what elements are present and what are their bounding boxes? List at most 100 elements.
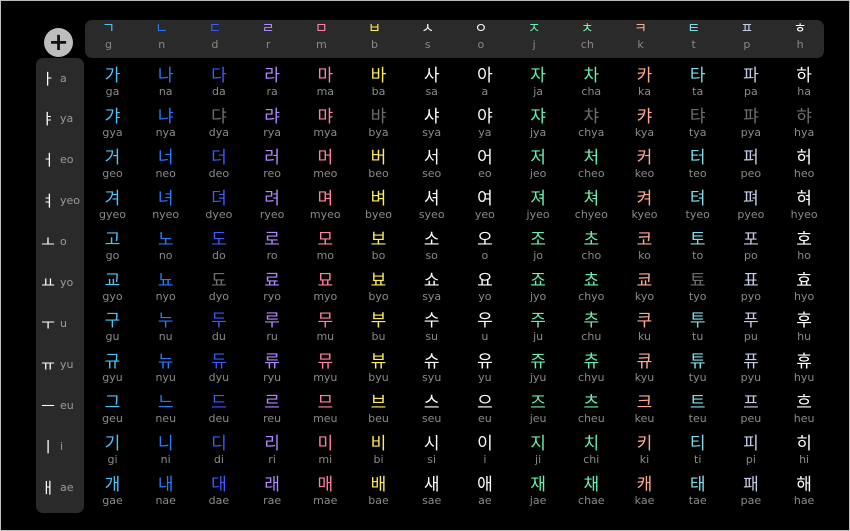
syllable-cell[interactable]: 흐 heu [778,393,831,425]
syllable-cell[interactable]: 가 ga [86,66,139,98]
syllable-cell[interactable]: 냐 nya [139,107,192,139]
syllable-cell[interactable]: 죠 jyo [512,271,565,303]
syllable-cell[interactable]: 르 reu [246,393,299,425]
syllable-cell[interactable]: 트 teu [671,393,724,425]
syllable-cell[interactable]: 쿄 kyo [618,271,671,303]
vowel-o[interactable]: ㅗo [38,222,84,262]
syllable-cell[interactable]: 허 heo [778,148,831,180]
syllable-cell[interactable]: 라 ra [246,66,299,98]
syllable-cell[interactable]: 겨 gyeo [86,189,139,221]
vowel-u[interactable]: ㅜu [38,303,84,343]
syllable-cell[interactable]: 소 so [405,230,458,262]
syllable-cell[interactable]: 며 myeo [299,189,352,221]
syllable-cell[interactable]: 즈 jeu [512,393,565,425]
syllable-cell[interactable]: 투 tu [671,311,724,343]
syllable-cell[interactable]: 캬 kya [618,107,671,139]
syllable-cell[interactable]: 큐 kyu [618,352,671,384]
syllable-cell[interactable]: 교 gyo [86,271,139,303]
syllable-cell[interactable]: 모 mo [299,230,352,262]
syllable-cell[interactable]: 댜 dya [192,107,245,139]
syllable-cell[interactable]: 기 gi [86,434,139,466]
syllable-cell[interactable]: 캐 kae [618,475,671,507]
syllable-cell[interactable]: 듀 dyu [192,352,245,384]
syllable-cell[interactable]: 쇼 sya [405,271,458,303]
consonant-p[interactable]: ㅍp [720,21,773,51]
syllable-cell[interactable]: 루 ru [246,311,299,343]
syllable-cell[interactable]: 주 ju [512,311,565,343]
syllable-cell[interactable]: 뇨 nyo [139,271,192,303]
syllable-cell[interactable]: 러 reo [246,148,299,180]
syllable-cell[interactable]: 내 nae [139,475,192,507]
consonant-r[interactable]: ㄹr [242,21,295,51]
consonant-d[interactable]: ㄷd [188,21,241,51]
syllable-cell[interactable]: 무 mu [299,311,352,343]
syllable-cell[interactable]: 프 peu [724,393,777,425]
consonant-b[interactable]: ㅂb [348,21,401,51]
syllable-cell[interactable]: 뷰 byu [352,352,405,384]
syllable-cell[interactable]: 두 du [192,311,245,343]
syllable-cell[interactable]: 먀 mya [299,107,352,139]
syllable-cell[interactable]: 디 di [192,434,245,466]
vowel-i[interactable]: ㅣi [38,426,84,466]
syllable-cell[interactable]: 뎌 dyeo [192,189,245,221]
syllable-cell[interactable]: 드 deu [192,393,245,425]
vowel-eo[interactable]: ㅓ eo [38,140,84,180]
vowel-yeo[interactable]: ㅕ yeo [38,181,84,221]
syllable-cell[interactable]: 자 ja [512,66,565,98]
syllable-cell[interactable]: 토 to [671,230,724,262]
consonant-k[interactable]: ㅋk [614,21,667,51]
vowel-eu[interactable]: ㅡ eu [38,385,84,425]
syllable-cell[interactable]: 보 bo [352,230,405,262]
syllable-cell[interactable]: 펴 pyeo [724,189,777,221]
syllable-cell[interactable]: 커 keo [618,148,671,180]
syllable-cell[interactable]: 처 cheo [565,148,618,180]
syllable-cell[interactable]: 뉴 nyu [139,352,192,384]
syllable-cell[interactable]: 뮤 myu [299,352,352,384]
syllable-cell[interactable]: 시 si [405,434,458,466]
consonant-t[interactable]: ㅌt [667,21,720,51]
syllable-cell[interactable]: 쿠 ku [618,311,671,343]
syllable-cell[interactable]: 너 neo [139,148,192,180]
syllable-cell[interactable]: 후 hu [778,311,831,343]
syllable-cell[interactable]: 츄 chyu [565,352,618,384]
syllable-cell[interactable]: 우u [458,311,511,343]
syllable-cell[interactable]: 툐 tyo [671,271,724,303]
vowel-ya[interactable]: ㅑ ya [38,99,84,139]
syllable-cell[interactable]: 피 pi [724,434,777,466]
syllable-cell[interactable]: 바 ba [352,66,405,98]
syllable-cell[interactable]: 묘 myo [299,271,352,303]
syllable-cell[interactable]: 쵸 chyo [565,271,618,303]
syllable-cell[interactable]: 고 go [86,230,139,262]
consonant-n[interactable]: ㄴn [135,21,188,51]
syllable-cell[interactable]: 뵤 byo [352,271,405,303]
syllable-cell[interactable]: 치 chi [565,434,618,466]
syllable-cell[interactable]: 니 ni [139,434,192,466]
syllable-cell[interactable]: 조 jo [512,230,565,262]
syllable-cell[interactable]: 대 dae [192,475,245,507]
syllable-cell[interactable]: 부 bu [352,311,405,343]
syllable-cell[interactable]: 로 ro [246,230,299,262]
syllable-cell[interactable]: 브 beu [352,393,405,425]
syllable-cell[interactable]: 챠 chya [565,107,618,139]
syllable-cell[interactable]: 해 hae [778,475,831,507]
syllable-cell[interactable]: 다 da [192,66,245,98]
syllable-cell[interactable]: 셔 syeo [405,189,458,221]
syllable-cell[interactable]: 퍄 pya [724,107,777,139]
syllable-cell[interactable]: 누 nu [139,311,192,343]
syllable-cell[interactable]: 애 ae [458,475,511,507]
consonant-h[interactable]: ㅎh [774,21,827,51]
syllable-cell[interactable]: 됴 dyo [192,271,245,303]
syllable-cell[interactable]: 휴 hyu [778,352,831,384]
syllable-cell[interactable]: 티 ti [671,434,724,466]
syllable-cell[interactable]: 느 neu [139,393,192,425]
syllable-cell[interactable]: 포 po [724,230,777,262]
syllable-cell[interactable]: 텨 tyeo [671,189,724,221]
syllable-cell[interactable]: 녀 nyeo [139,189,192,221]
syllable-cell[interactable]: 마 ma [299,66,352,98]
syllable-cell[interactable]: 야 ya [458,107,511,139]
syllable-cell[interactable]: 유 yu [458,352,511,384]
syllable-cell[interactable]: 튜 tyu [671,352,724,384]
syllable-cell[interactable]: 하 ha [778,66,831,98]
syllable-cell[interactable]: 호 ho [778,230,831,262]
syllable-cell[interactable]: 퍼 peo [724,148,777,180]
